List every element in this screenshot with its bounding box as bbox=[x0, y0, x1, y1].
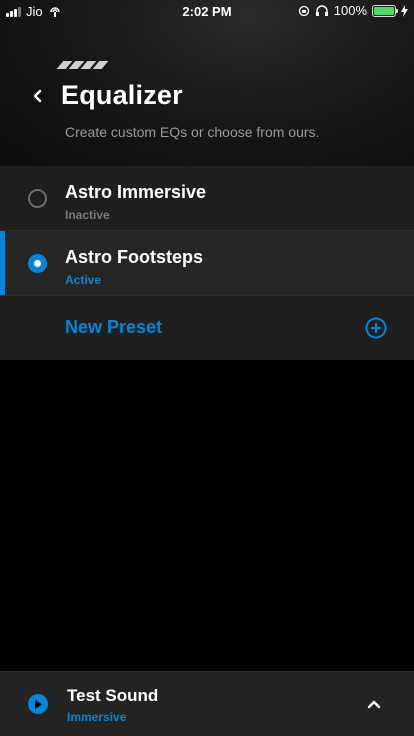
play-button[interactable] bbox=[28, 694, 48, 714]
preset-status: Inactive bbox=[65, 208, 110, 222]
test-sound-title: Test Sound bbox=[67, 686, 159, 705]
preset-list: Astro Immersive Inactive Astro Footsteps… bbox=[0, 166, 414, 360]
page-subtitle: Create custom EQs or choose from ours. bbox=[65, 124, 320, 140]
preset-row-astro-footsteps[interactable]: Astro Footsteps Active bbox=[0, 231, 414, 296]
radio-unselected-icon[interactable] bbox=[28, 189, 47, 208]
play-icon bbox=[35, 699, 42, 709]
chevron-up-icon[interactable] bbox=[364, 696, 384, 712]
preset-name: Astro Footsteps bbox=[65, 247, 204, 267]
back-button[interactable] bbox=[26, 84, 50, 108]
header: Equalizer Create custom EQs or choose fr… bbox=[0, 0, 414, 166]
battery-icon bbox=[372, 4, 398, 17]
active-accent-bar bbox=[0, 231, 5, 295]
status-bar: Jio 2:02 PM 100% bbox=[0, 0, 414, 22]
battery-percent: 100% bbox=[333, 3, 367, 18]
preset-row-astro-immersive[interactable]: Astro Immersive Inactive bbox=[0, 166, 414, 231]
headphones-icon bbox=[315, 4, 328, 16]
preset-name: Astro Immersive bbox=[65, 182, 207, 202]
charging-icon bbox=[401, 4, 408, 17]
orientation-lock-icon bbox=[298, 5, 309, 16]
astro-logo-icon bbox=[56, 61, 109, 69]
test-sound-bar[interactable]: Test Sound Immersive bbox=[0, 671, 414, 736]
page-title: Equalizer bbox=[61, 80, 183, 110]
new-preset-row[interactable]: New Preset bbox=[0, 296, 414, 360]
test-sound-subtitle: Immersive bbox=[67, 710, 127, 724]
add-circle-icon[interactable] bbox=[365, 317, 387, 339]
radio-selected-icon[interactable] bbox=[28, 254, 47, 273]
preset-status: Active bbox=[65, 273, 102, 287]
new-preset-button[interactable]: New Preset bbox=[65, 317, 162, 338]
chevron-left-icon bbox=[33, 89, 42, 103]
